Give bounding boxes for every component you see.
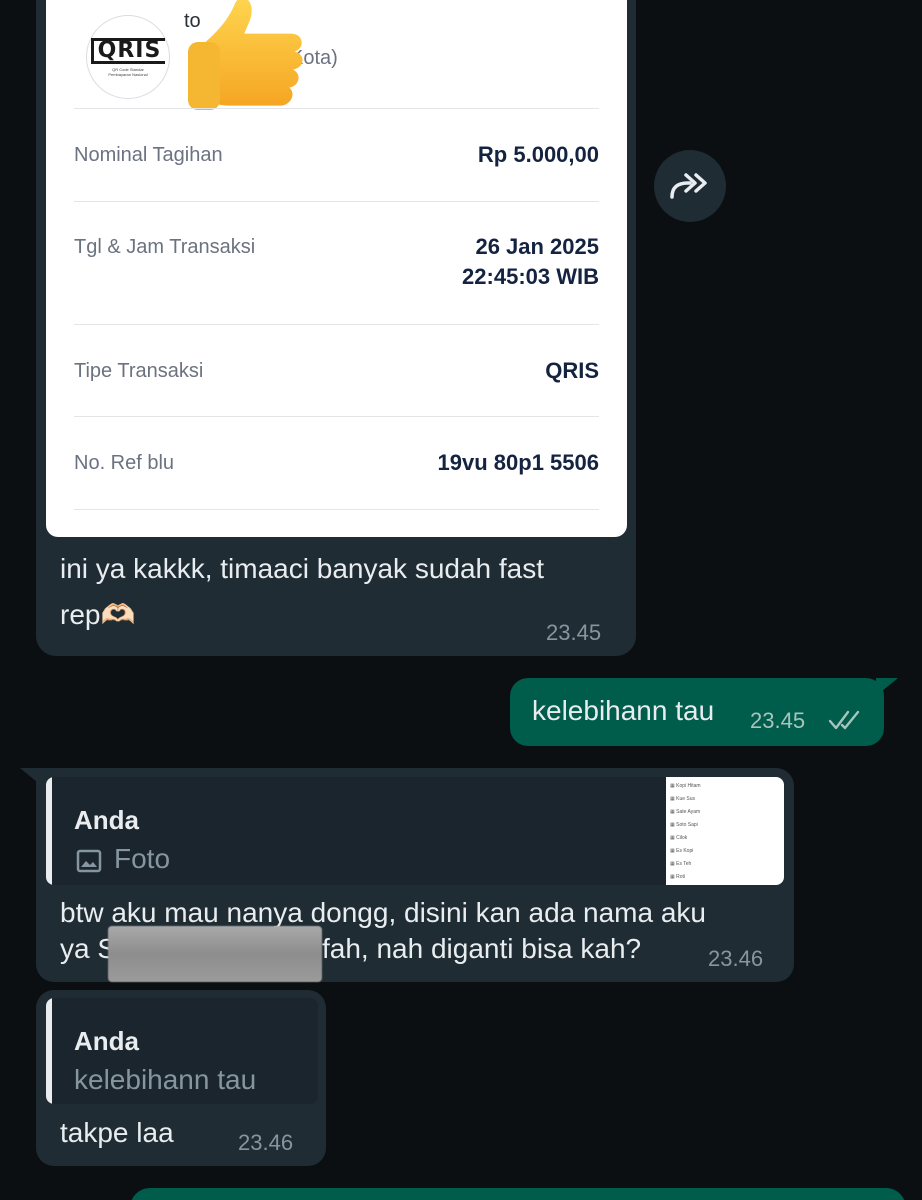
- receipt-row-type: Tipe Transaksi QRIS: [74, 358, 599, 383]
- thumbs-up-sticker-icon: [188, 0, 303, 110]
- receipt-row-amount: Nominal Tagihan Rp 5.000,00: [74, 142, 599, 167]
- quote-author: Anda: [74, 805, 139, 835]
- thumbnail-list-item: ▦ Es Teh: [670, 861, 692, 867]
- divider: [74, 201, 599, 202]
- thumbnail-list-item: ▦ Soto Sapi: [670, 822, 698, 828]
- receipt-row-ref: No. Ref blu 19vu 80p1 5506: [74, 450, 599, 475]
- forward-button[interactable]: [654, 150, 726, 222]
- message-time: 23.45: [750, 708, 806, 733]
- thumbnail-list-item: ▦ Kue Sus: [670, 796, 696, 802]
- incoming-image-message[interactable]: QRIS QR Code Standar Pembayaran Nasional…: [36, 0, 636, 656]
- message-text: ini ya kakkk, timaaci banyak sudah fast: [60, 553, 545, 584]
- quote-text: kelebihann tau: [74, 1064, 257, 1095]
- double-check-read-icon: [828, 710, 860, 730]
- divider: [74, 108, 599, 109]
- quote-bar: [46, 777, 52, 885]
- forward-icon: [670, 173, 707, 199]
- bubble-tail: [20, 768, 42, 786]
- quote-author: Anda: [74, 1026, 139, 1056]
- message-text: fah, nah diganti bisa kah?: [322, 933, 642, 964]
- receipt-image[interactable]: QRIS QR Code Standar Pembayaran Nasional…: [46, 0, 627, 537]
- incoming-reply-message[interactable]: Anda kelebihann tau takpe laa 23.46: [36, 990, 326, 1166]
- thumbnail-list-item: ▦ Roti: [670, 874, 686, 880]
- thumbnail-list-item: ▦ Cilok: [670, 835, 688, 841]
- message-text: kelebihann tau: [532, 695, 715, 726]
- quoted-message[interactable]: Anda kelebihann tau: [46, 998, 318, 1104]
- receipt-row-datetime: Tgl & Jam Transaksi 26 Jan 2025 22:45:03…: [74, 234, 599, 289]
- quote-bar: [46, 998, 52, 1104]
- quoted-photo-thumbnail: ▦ Kopi Hitam ▦ Kue Sus ▦ Sate Ayam ▦ Soto S…: [666, 777, 784, 885]
- redaction-blur: [108, 926, 322, 982]
- thumbnail-list-item: ▦ Sate Ayam: [670, 809, 701, 815]
- quote-text: Foto: [114, 843, 171, 874]
- quoted-message[interactable]: Anda Foto ▦ Kopi Hitam ▦ Kue Sus ▦ Sate Ay…: [46, 777, 784, 885]
- thumbnail-list-item: ▦ Es Kopi: [670, 848, 694, 854]
- message-text: rep🫶🏻: [60, 599, 136, 630]
- thumbnail-list-item: ▦ Kopi Hitam: [670, 783, 701, 789]
- message-text: takpe laa: [60, 1117, 174, 1148]
- qris-logo: QRIS QR Code Standar Pembayaran Nasional: [86, 15, 170, 99]
- divider: [74, 416, 599, 417]
- bubble-tail: [876, 678, 898, 696]
- message-time: 23.46: [708, 946, 764, 971]
- divider: [74, 509, 599, 510]
- outgoing-message[interactable]: kelebihann tau 23.45: [510, 678, 898, 746]
- outgoing-message[interactable]: [130, 1188, 906, 1200]
- divider: [74, 324, 599, 325]
- message-time: 23.45: [546, 620, 602, 645]
- message-time: 23.46: [238, 1130, 294, 1155]
- photo-icon: [76, 849, 102, 873]
